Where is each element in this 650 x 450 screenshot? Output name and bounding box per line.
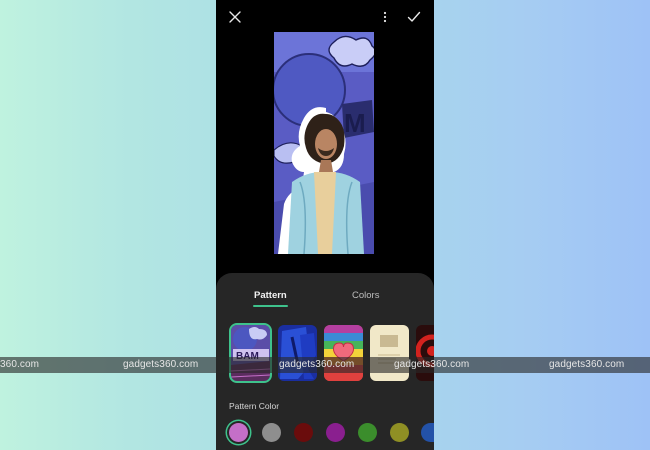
active-tab-indicator [253, 305, 288, 307]
confirm-button[interactable] [404, 8, 424, 26]
close-icon [229, 11, 241, 23]
pattern-thumb-rainbow-heart[interactable] [324, 325, 363, 381]
pattern-color-label: Pattern Color [229, 401, 280, 411]
pattern-color-swatch[interactable] [229, 423, 248, 442]
close-button[interactable] [225, 8, 245, 26]
pattern-thumb-blue-brush[interactable] [278, 325, 317, 381]
pattern-color-swatch[interactable] [294, 423, 313, 442]
tab-pattern[interactable]: Pattern [254, 290, 287, 301]
pattern-thumb-vintage-paper[interactable] [370, 325, 409, 381]
watermark-text: 360.com [0, 359, 40, 370]
pattern-color-swatch[interactable] [326, 423, 345, 442]
pattern-thumb-red-swirl[interactable] [416, 325, 434, 381]
check-icon [407, 11, 421, 22]
pattern-color-swatch[interactable] [390, 423, 409, 442]
more-options-button[interactable] [375, 8, 395, 26]
preview-artwork: M [274, 32, 374, 254]
pattern-color-swatch[interactable] [421, 423, 434, 442]
pattern-color-swatch[interactable] [262, 423, 281, 442]
tab-colors[interactable]: Colors [352, 290, 379, 301]
watermark-text: gadgets360.com [123, 359, 199, 370]
svg-text:M: M [344, 108, 366, 138]
pattern-thumb-comic[interactable]: BAM [231, 325, 270, 381]
watermark-text: gadgets360.com [549, 359, 625, 370]
image-preview[interactable]: M [274, 32, 374, 254]
more-vertical-icon [383, 11, 387, 23]
pattern-bottom-sheet: Pattern Colors BAM Pattern Color [216, 273, 434, 450]
svg-text:BAM: BAM [236, 351, 259, 362]
pattern-color-swatch[interactable] [358, 423, 377, 442]
phone-screen: M Pattern Colors BAM Pattern Color [216, 0, 434, 450]
